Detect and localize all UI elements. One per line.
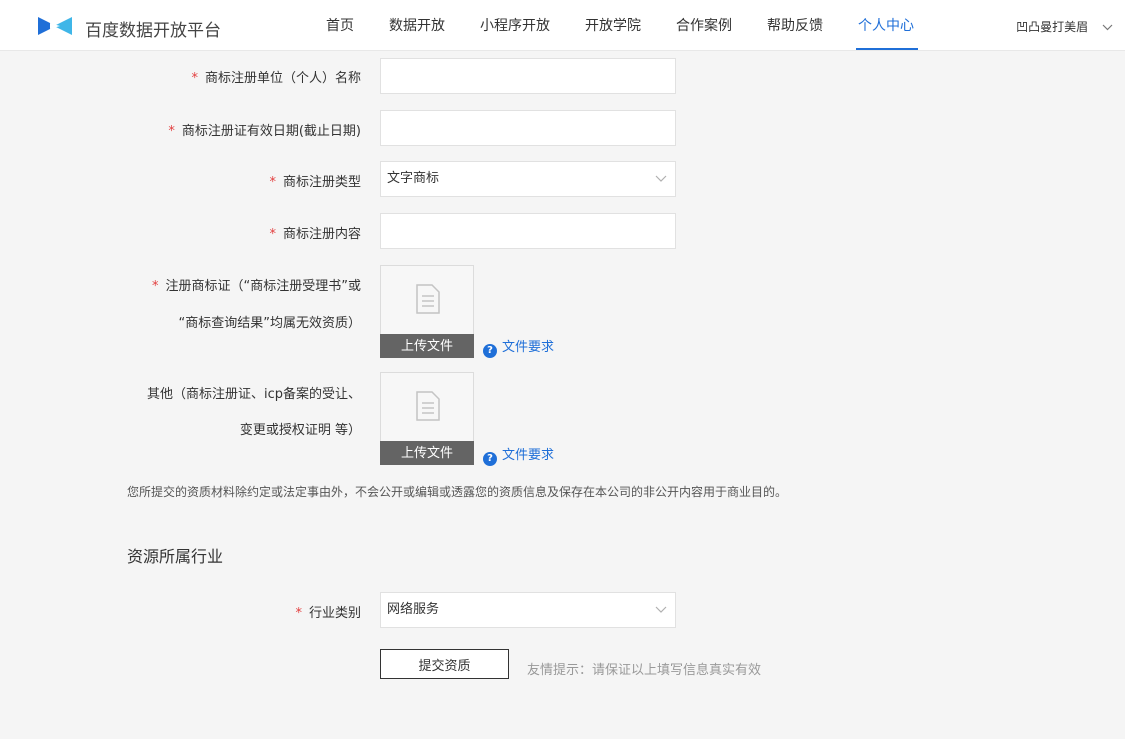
required-mark: * [168, 124, 175, 139]
trademark-type-label: * 商标注册类型 [269, 175, 361, 190]
username[interactable]: 凹凸曼打美眉 [1016, 20, 1088, 34]
submit-qualification-button[interactable]: 提交资质 [380, 649, 509, 679]
nav-data-open[interactable]: 数据开放 [389, 0, 445, 50]
certificate-label-line2: “商标查询结果”均属无效资质） [178, 316, 361, 331]
expiry-date-input[interactable] [380, 110, 676, 146]
required-mark: * [191, 71, 198, 86]
owner-name-label: * 商标注册单位（个人）名称 [191, 71, 361, 86]
nav-academy[interactable]: 开放学院 [585, 0, 641, 50]
nav-home[interactable]: 首页 [326, 0, 354, 50]
industry-category-value: 网络服务 [387, 602, 440, 617]
file-requirements-link[interactable]: ? 文件要求 [483, 444, 554, 466]
trademark-content-input[interactable] [380, 213, 676, 249]
nav-mini-program[interactable]: 小程序开放 [480, 0, 550, 50]
trademark-content-label: * 商标注册内容 [269, 227, 361, 242]
section-title-industry: 资源所属行业 [127, 547, 224, 566]
industry-category-select[interactable]: 网络服务 [380, 592, 676, 628]
document-icon [416, 391, 440, 421]
baidu-data-logo-icon[interactable] [36, 14, 74, 38]
nav-personal-center[interactable]: 个人中心 [856, 0, 918, 50]
required-mark: * [269, 227, 276, 242]
expiry-date-label: * 商标注册证有效日期(截止日期) [168, 124, 361, 139]
file-requirements-link[interactable]: ? 文件要求 [483, 336, 554, 358]
document-icon [416, 284, 440, 314]
chevron-down-icon[interactable] [1102, 24, 1113, 31]
nav-help[interactable]: 帮助反馈 [767, 0, 823, 50]
owner-name-input[interactable] [380, 58, 676, 94]
page-bottom [0, 679, 1125, 739]
certificate-upload-box[interactable]: 上传文件 [380, 265, 474, 358]
other-docs-label-line1: 其他（商标注册证、icp备案的受让、 [146, 387, 361, 402]
certificate-label-line1: * 注册商标证（“商标注册受理书”或 [152, 279, 361, 294]
trademark-type-select[interactable]: 文字商标 [380, 161, 676, 197]
other-docs-upload-box[interactable]: 上传文件 [380, 372, 474, 465]
trademark-type-value: 文字商标 [387, 171, 440, 186]
chevron-down-icon [655, 606, 667, 613]
industry-category-label: * 行业类别 [295, 606, 361, 621]
user-menu[interactable]: 凹凸曼打美眉 [1016, 0, 1113, 50]
submit-tip: 友情提示：请保证以上填写信息真实有效 [527, 663, 762, 678]
privacy-notice: 您所提交的资质材料除约定或法定事由外，不会公开或编辑或透露您的资质信息及保存在本… [127, 485, 788, 499]
required-mark: * [269, 175, 276, 190]
question-icon[interactable]: ? [483, 344, 497, 358]
nav-cases[interactable]: 合作案例 [676, 0, 732, 50]
main-nav: 首页 数据开放 小程序开放 开放学院 合作案例 帮助反馈 个人中心 [326, 0, 949, 50]
top-navbar: 百度数据开放平台 首页 数据开放 小程序开放 开放学院 合作案例 帮助反馈 个人… [0, 0, 1125, 51]
brand-title[interactable]: 百度数据开放平台 [85, 16, 221, 41]
question-icon[interactable]: ? [483, 452, 497, 466]
upload-file-button[interactable]: 上传文件 [380, 334, 474, 358]
required-mark: * [152, 279, 159, 294]
other-docs-label-line2: 变更或授权证明 等） [239, 423, 361, 438]
required-mark: * [295, 606, 302, 621]
chevron-down-icon [655, 175, 667, 182]
upload-file-button[interactable]: 上传文件 [380, 441, 474, 465]
